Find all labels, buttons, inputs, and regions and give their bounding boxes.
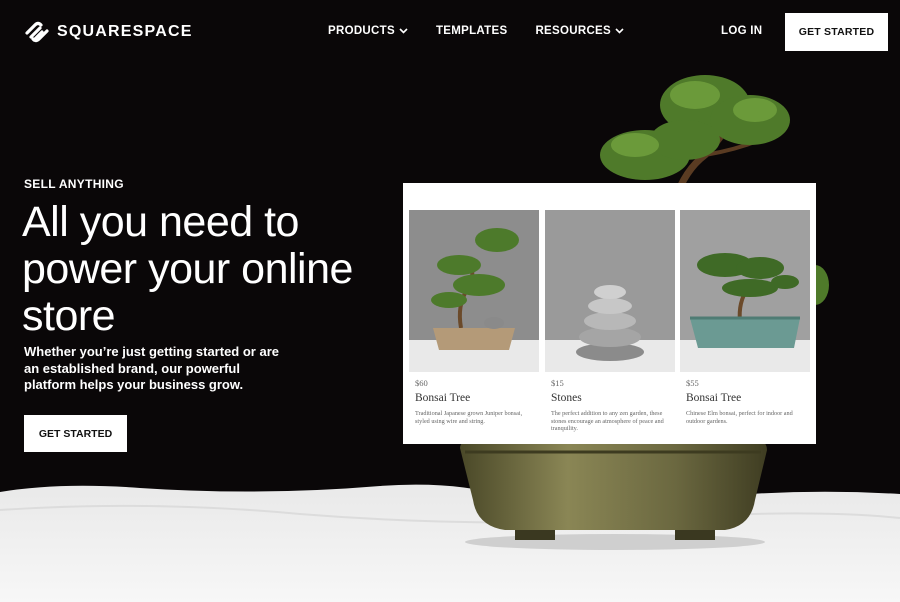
bonsai-image: [680, 210, 810, 372]
product-description: Traditional Japanese grown Juniper bonsa…: [415, 410, 523, 425]
brand-name: SQUARESPACE: [57, 23, 193, 40]
product-price: $60: [415, 378, 428, 388]
logo[interactable]: SQUARESPACE: [23, 20, 193, 44]
product-price: $55: [686, 378, 699, 388]
stones-image: [545, 210, 675, 372]
nav-resources-label: RESOURCES: [535, 25, 611, 37]
header-get-started-button[interactable]: GET STARTED: [785, 13, 888, 51]
product-card[interactable]: $55 Bonsai Tree Chinese Elm bonsai, perf…: [680, 210, 810, 425]
chevron-down-icon: [399, 28, 408, 34]
product-name[interactable]: Bonsai Tree: [680, 392, 810, 404]
nav-templates-label: TEMPLATES: [435, 25, 508, 37]
hero-get-started-button[interactable]: GET STARTED: [24, 415, 127, 452]
site-header: SQUARESPACE PRODUCTS TEMPLATES RESOURCES…: [0, 0, 900, 64]
hero-headline: All you need to power your online store: [22, 198, 353, 340]
product-name[interactable]: Stones: [545, 392, 675, 404]
product-description: The perfect addition to any zen garden, …: [551, 410, 664, 432]
nav-templates[interactable]: TEMPLATES: [436, 25, 508, 37]
hero-subcopy: Whether you’re just getting started or a…: [24, 344, 279, 392]
product-image-bonsai[interactable]: [409, 210, 539, 372]
bonsai-pot-image: [460, 440, 767, 550]
main-nav: PRODUCTS TEMPLATES RESOURCES: [328, 25, 624, 37]
product-price: $15: [551, 378, 564, 388]
store-preview-card: $60 Bonsai Tree Traditional Japanese gro…: [403, 183, 816, 444]
hero-eyebrow: SELL ANYTHING: [24, 177, 124, 191]
product-card[interactable]: $60 Bonsai Tree Traditional Japanese gro…: [409, 210, 539, 425]
product-image-stones[interactable]: [545, 210, 675, 372]
login-link[interactable]: LOG IN: [721, 25, 762, 37]
squarespace-logo-icon: [25, 21, 49, 43]
nav-products-label: PRODUCTS: [328, 25, 395, 37]
nav-resources[interactable]: RESOURCES: [535, 25, 624, 37]
chevron-down-icon: [615, 28, 624, 34]
product-name[interactable]: Bonsai Tree: [409, 392, 539, 404]
nav-products[interactable]: PRODUCTS: [328, 25, 408, 37]
bonsai-image: [409, 210, 539, 372]
product-description: Chinese Elm bonsai, perfect for indoor a…: [686, 410, 793, 425]
product-image-bonsai[interactable]: [680, 210, 810, 372]
product-card[interactable]: $15 Stones The perfect addition to any z…: [545, 210, 675, 433]
